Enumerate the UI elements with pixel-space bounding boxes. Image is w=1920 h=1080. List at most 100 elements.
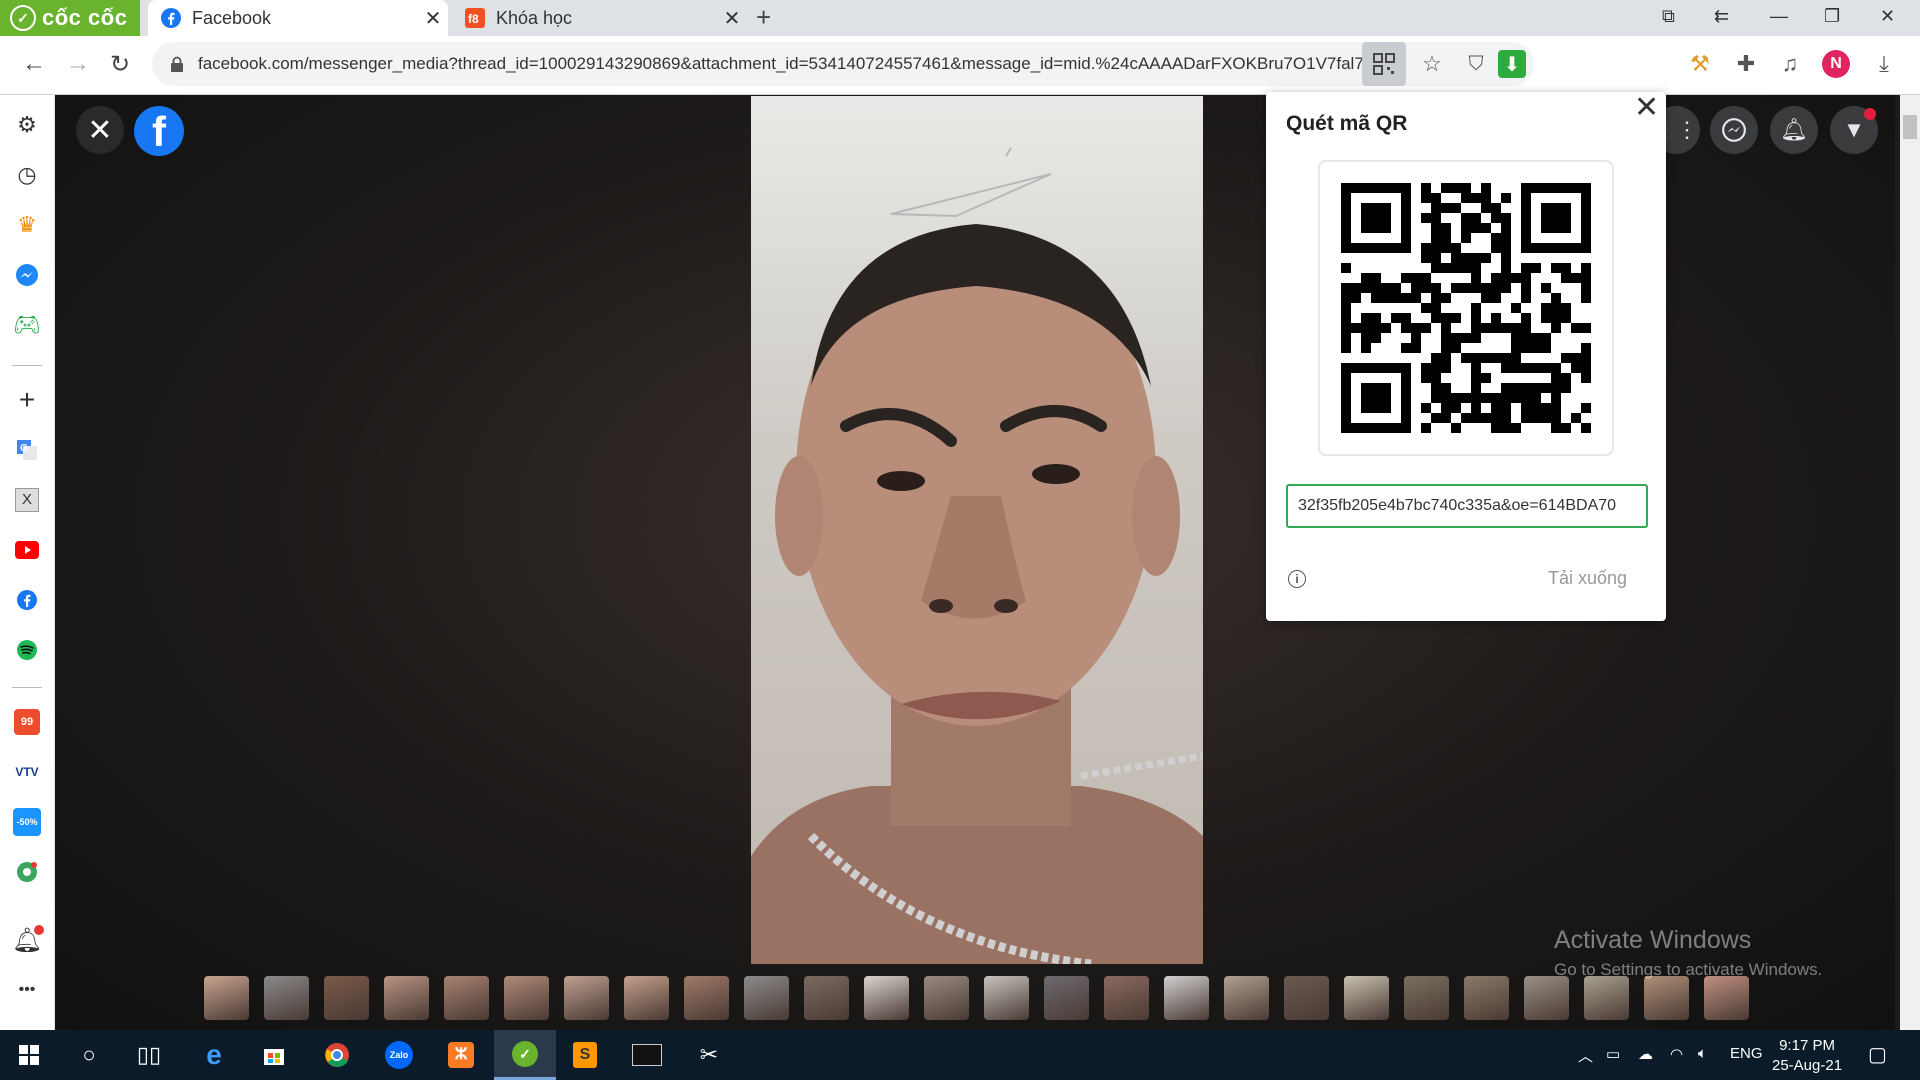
media-thumbnail[interactable] bbox=[1284, 976, 1329, 1020]
onedrive-icon[interactable]: ☁ bbox=[1638, 1045, 1653, 1063]
media-thumbnail[interactable] bbox=[1164, 976, 1209, 1020]
shopee-icon[interactable]: 99 bbox=[12, 707, 42, 737]
notifications-bell-icon[interactable]: 🔔︎ bbox=[1770, 106, 1818, 154]
more-icon[interactable]: ••• bbox=[12, 975, 42, 1005]
minimize-icon[interactable]: — bbox=[1770, 6, 1788, 27]
sidebar-divider bbox=[12, 365, 42, 366]
url-text[interactable]: facebook.com/messenger_media?thread_id=1… bbox=[198, 54, 1362, 74]
volume-muted-icon[interactable]: 🔈︎ bbox=[1698, 1045, 1707, 1062]
media-thumbnail[interactable] bbox=[1644, 976, 1689, 1020]
windows-taskbar: ○ ▯▯ e Zalo ⵣ ✓ S ✂ ︿ ▭ ☁ ◠ 🔈︎ ENG 9:17 … bbox=[0, 1030, 1920, 1080]
close-window-icon[interactable]: ✕ bbox=[1880, 6, 1895, 27]
crown-icon[interactable]: ♛ bbox=[12, 210, 42, 240]
action-center-icon[interactable]: ▢ bbox=[1868, 1042, 1887, 1067]
new-tab-button[interactable]: + bbox=[756, 2, 771, 33]
facebook-icon[interactable] bbox=[12, 585, 42, 615]
address-bar[interactable]: facebook.com/messenger_media?thread_id=1… bbox=[152, 42, 1534, 86]
media-thumbnail[interactable] bbox=[1704, 976, 1749, 1020]
hammer-icon[interactable]: ⚒ bbox=[1686, 50, 1714, 78]
soccer-icon[interactable] bbox=[12, 857, 42, 887]
vtv-icon[interactable]: VTV bbox=[12, 757, 42, 787]
youtube-icon[interactable] bbox=[12, 535, 42, 565]
tab-facebook[interactable]: Facebook ✕ bbox=[148, 0, 448, 36]
media-thumbnail[interactable] bbox=[1104, 976, 1149, 1020]
qr-code-icon[interactable] bbox=[1362, 42, 1406, 86]
snipping-icon[interactable]: ✂ bbox=[680, 1030, 738, 1080]
tray-chevron-icon[interactable]: ︿ bbox=[1578, 1045, 1593, 1066]
music-icon[interactable]: ♫ bbox=[1776, 50, 1804, 78]
messenger-icon[interactable] bbox=[12, 260, 42, 290]
sublime-icon[interactable]: S bbox=[556, 1030, 614, 1080]
tiki-icon[interactable]: -50% bbox=[12, 807, 42, 837]
coccoc-menu-button[interactable]: ✓ cốc cốc bbox=[0, 0, 140, 36]
scrollbar-thumb[interactable] bbox=[1903, 115, 1917, 139]
media-thumbnail[interactable] bbox=[864, 976, 909, 1020]
back-arrow-icon[interactable]: ← bbox=[22, 50, 46, 78]
downloads-icon[interactable]: ⤓ bbox=[1870, 50, 1898, 78]
media-thumbnail[interactable] bbox=[984, 976, 1029, 1020]
facebook-logo[interactable]: f bbox=[134, 106, 184, 156]
media-thumbnail[interactable] bbox=[744, 976, 789, 1020]
xampp-icon[interactable]: ⵣ bbox=[432, 1030, 490, 1080]
close-tab-icon[interactable]: ✕ bbox=[717, 6, 747, 31]
start-windows-icon[interactable] bbox=[0, 1030, 58, 1080]
media-thumbnail[interactable] bbox=[1044, 976, 1089, 1020]
battery-icon[interactable]: ▭ bbox=[1606, 1045, 1620, 1063]
language-indicator[interactable]: ENG bbox=[1730, 1045, 1763, 1062]
media-thumbnail[interactable] bbox=[204, 976, 249, 1020]
info-icon[interactable]: i bbox=[1288, 570, 1306, 588]
media-thumbnail[interactable] bbox=[504, 976, 549, 1020]
back-arrows-icon[interactable]: ⇇ bbox=[1714, 6, 1729, 27]
media-thumbnail[interactable] bbox=[1344, 976, 1389, 1020]
tab-khoa-hoc[interactable]: f8 Khóa học ✕ bbox=[452, 0, 747, 36]
media-thumbnail[interactable] bbox=[384, 976, 429, 1020]
clock[interactable]: 9:17 PM 25-Aug-21 bbox=[1772, 1036, 1842, 1076]
media-thumbnail[interactable] bbox=[684, 976, 729, 1020]
gamepad-icon[interactable]: 🎮︎ bbox=[12, 310, 42, 340]
close-icon[interactable]: ✕ bbox=[1634, 90, 1659, 125]
media-thumbnail[interactable] bbox=[1524, 976, 1569, 1020]
bookmark-star-icon[interactable]: ☆ bbox=[1410, 51, 1454, 77]
media-thumbnail[interactable] bbox=[1584, 976, 1629, 1020]
search-circle-icon[interactable]: ○ bbox=[60, 1030, 118, 1080]
profile-avatar[interactable]: N bbox=[1822, 50, 1850, 78]
task-view-icon[interactable]: ▯▯ bbox=[120, 1030, 178, 1080]
restore-icon[interactable]: ❐ bbox=[1824, 6, 1840, 27]
extensions-icon[interactable]: ✚ bbox=[1732, 50, 1760, 78]
media-thumbnail[interactable] bbox=[324, 976, 369, 1020]
facebook-icon bbox=[161, 8, 181, 28]
media-thumbnail[interactable] bbox=[924, 976, 969, 1020]
store-icon[interactable] bbox=[245, 1030, 303, 1080]
gear-icon[interactable]: ⚙ bbox=[12, 110, 42, 140]
media-thumbnail[interactable] bbox=[1464, 976, 1509, 1020]
wifi-icon[interactable]: ◠ bbox=[1670, 1045, 1683, 1063]
x-app-icon[interactable]: X bbox=[12, 485, 42, 515]
zalo-icon[interactable]: Zalo bbox=[370, 1030, 428, 1080]
media-thumbnail[interactable] bbox=[624, 976, 669, 1020]
forward-arrow-icon[interactable]: → bbox=[66, 50, 90, 78]
spotify-icon[interactable] bbox=[12, 635, 42, 665]
media-thumbnail[interactable] bbox=[444, 976, 489, 1020]
media-thumbnail[interactable] bbox=[1224, 976, 1269, 1020]
media-thumbnail[interactable] bbox=[1404, 976, 1449, 1020]
page-scrollbar[interactable] bbox=[1900, 95, 1920, 1030]
edge-icon[interactable]: e bbox=[185, 1030, 243, 1080]
close-tab-icon[interactable]: ✕ bbox=[418, 6, 448, 31]
close-viewer-button[interactable]: ✕ bbox=[76, 106, 124, 154]
translate-icon[interactable]: G bbox=[12, 435, 42, 465]
add-icon[interactable]: + bbox=[12, 384, 42, 415]
media-thumbnail[interactable] bbox=[564, 976, 609, 1020]
media-thumbnail[interactable] bbox=[804, 976, 849, 1020]
download-button[interactable]: Tải xuống bbox=[1548, 568, 1627, 589]
shield-icon[interactable]: ⛉ bbox=[1454, 53, 1498, 76]
qr-link-field[interactable] bbox=[1286, 484, 1648, 528]
terminal-icon[interactable] bbox=[618, 1030, 676, 1080]
reload-icon[interactable]: ↻ bbox=[110, 50, 130, 79]
messenger-icon[interactable] bbox=[1710, 106, 1758, 154]
media-thumbnail[interactable] bbox=[264, 976, 309, 1020]
history-icon[interactable]: ◷ bbox=[12, 160, 42, 190]
chrome-icon[interactable] bbox=[308, 1030, 366, 1080]
tab-search-icon[interactable]: ⧉ bbox=[1662, 6, 1675, 27]
coccoc-taskbar-icon[interactable]: ✓ bbox=[494, 1030, 556, 1080]
download-green-icon[interactable]: ⬇ bbox=[1498, 50, 1526, 78]
